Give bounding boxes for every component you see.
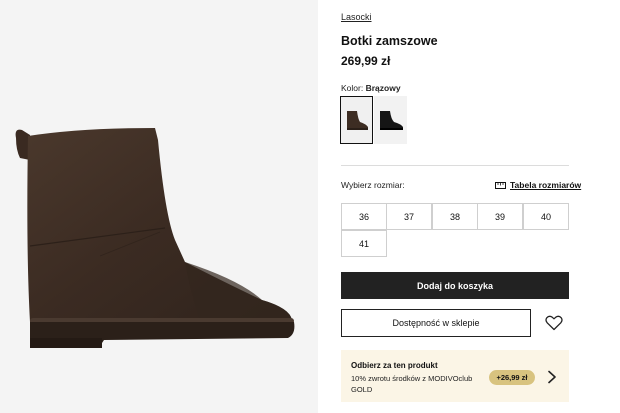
size-option-40[interactable]: 40 [523, 203, 569, 230]
add-to-cart-button[interactable]: Dodaj do koszyka [341, 272, 569, 299]
boot-illustration [15, 128, 295, 348]
ruler-icon [495, 181, 506, 189]
color-value: Brązowy [365, 83, 401, 93]
product-price: 269,99 zł [341, 54, 391, 68]
product-name: Botki zamszowe [341, 34, 438, 48]
boot-thumbnail-black [379, 111, 403, 130]
loyalty-promo[interactable]: Odbierz za ten produkt 10% zwrotu środkó… [341, 350, 569, 402]
size-option-39[interactable]: 39 [477, 203, 523, 230]
heart-icon [545, 315, 563, 331]
boot-thumbnail-brown [346, 111, 368, 130]
size-option-37[interactable]: 37 [386, 203, 432, 230]
chevron-right-icon[interactable] [547, 370, 557, 384]
size-option-38[interactable]: 38 [432, 203, 478, 230]
size-table-link[interactable]: Tabela rozmiarów [495, 180, 581, 190]
wishlist-button[interactable] [545, 315, 563, 331]
product-image[interactable] [0, 0, 318, 413]
section-divider [341, 165, 569, 166]
size-label: Wybierz rozmiar: [341, 180, 405, 190]
color-label-text: Kolor: [341, 83, 364, 93]
color-label: Kolor: Brązowy [341, 83, 401, 93]
size-table-label: Tabela rozmiarów [510, 180, 582, 190]
color-swatch-brown[interactable] [340, 96, 373, 144]
store-availability-button[interactable]: Dostępność w sklepie [341, 309, 531, 337]
promo-description: 10% zwrotu środków z MODIVOclub GOLD [351, 374, 473, 394]
color-swatch-black[interactable] [374, 96, 407, 144]
size-option-41[interactable]: 41 [341, 230, 387, 257]
promo-title: Odbierz za ten produkt [351, 361, 438, 370]
cashback-badge: +26,99 zł [489, 370, 535, 385]
brand-link[interactable]: Lasocki [341, 12, 372, 22]
size-option-36[interactable]: 36 [341, 203, 387, 230]
